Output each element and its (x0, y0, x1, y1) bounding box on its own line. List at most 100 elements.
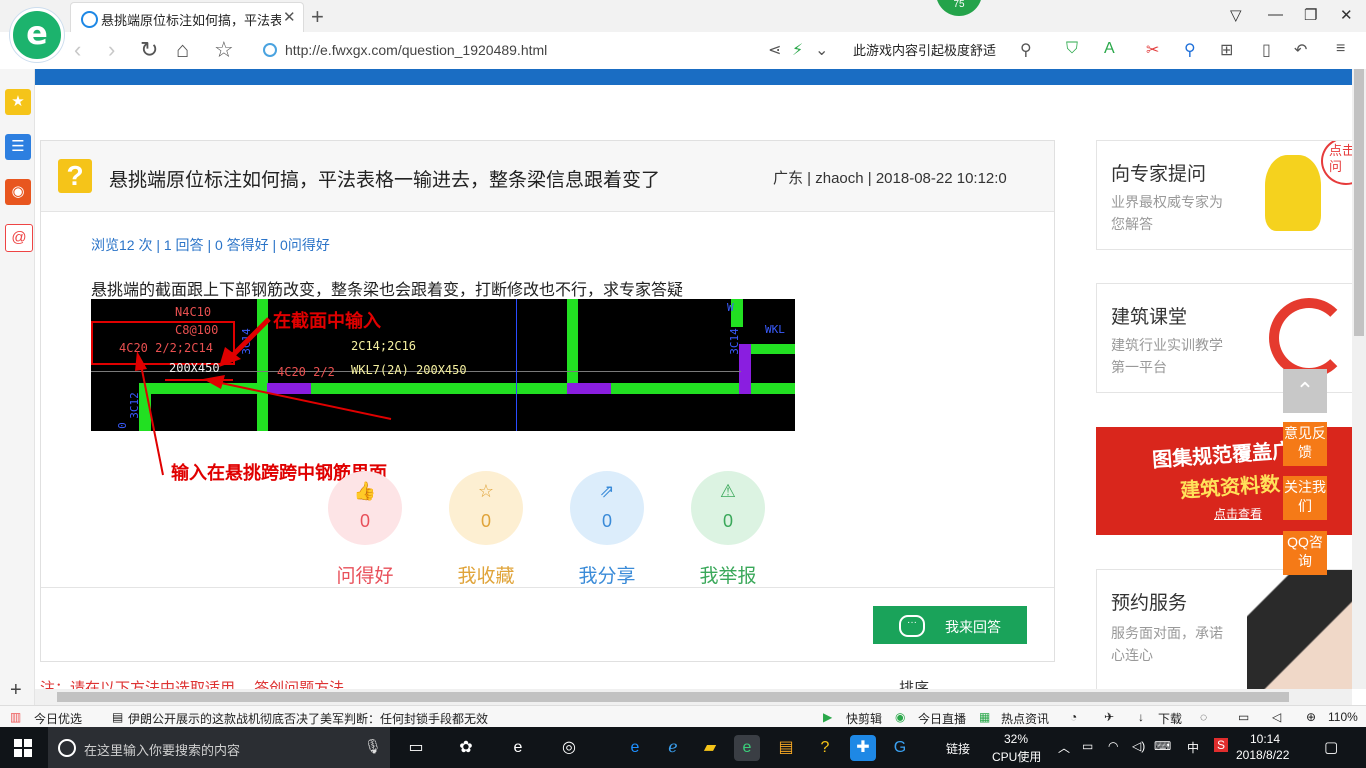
app-icon[interactable]: ◎ (556, 735, 582, 761)
weibo-icon[interactable]: ◉ (5, 179, 31, 205)
notification-badge[interactable]: 75 (936, 0, 982, 16)
volume-icon[interactable]: ◁) (1132, 739, 1145, 753)
share-label[interactable]: 我分享 (557, 561, 657, 588)
browser-logo-icon[interactable]: e (10, 8, 64, 62)
forward-icon[interactable]: › (108, 37, 115, 63)
follow-button[interactable]: 关注我们 (1283, 476, 1327, 520)
task-view-icon[interactable]: ▭ (403, 735, 429, 761)
refresh-icon[interactable]: ↻ (140, 37, 158, 63)
links-toolbar[interactable]: 链接 (946, 740, 970, 757)
ie-browser-icon[interactable]: ℯ (660, 735, 686, 761)
ask-expert-card[interactable]: 向专家提问 业界最权威专家为您解答 点击提问 (1096, 140, 1352, 250)
2345-browser-icon[interactable]: e (734, 735, 760, 761)
tab-close-icon[interactable]: ✕ (283, 8, 296, 26)
quick-edit[interactable]: 快剪辑 (846, 710, 882, 727)
edge-icon[interactable]: e (622, 735, 648, 761)
today-live[interactable]: 今日直播 (918, 710, 966, 727)
notes-icon[interactable]: ▤ (773, 735, 799, 761)
page-content: ? 悬挑端原位标注如何搞，平法表格一输进去，整条梁信息跟着变了 广东 | zha… (35, 69, 1352, 689)
reading-mode-icon[interactable]: ▯ (1262, 40, 1271, 60)
window-icon[interactable]: ▭ (1238, 710, 1249, 724)
minimize-icon[interactable]: — (1268, 6, 1283, 23)
feedback-button[interactable]: 意见反馈 (1283, 422, 1327, 466)
answer-button[interactable]: ··· 我来回答 (873, 606, 1027, 644)
add-sidebar-icon[interactable]: + (10, 679, 22, 702)
maximize-icon[interactable]: ❐ (1304, 6, 1317, 24)
screenshot-icon[interactable]: ✂ (1146, 40, 1159, 60)
share-button[interactable]: ⇗ 0 (570, 471, 644, 545)
card-title: 向专家提问 (1111, 164, 1207, 185)
cad-text: 3C14 (727, 328, 741, 355)
zoom-level[interactable]: 110% (1328, 710, 1358, 724)
dropdown-icon[interactable]: ⌄ (815, 40, 828, 60)
new-tab-icon[interactable]: + (311, 4, 324, 30)
remote-icon[interactable]: ✚ (850, 735, 876, 761)
search-icon[interactable]: ⚲ (1020, 40, 1032, 60)
help-icon[interactable]: ? (812, 735, 838, 761)
back-to-top-icon[interactable]: ⌃ (1283, 369, 1327, 413)
close-window-icon[interactable]: ✕ (1340, 6, 1353, 24)
security-icon[interactable]: S (1214, 738, 1229, 752)
ask-bubble[interactable]: 点击提问 (1321, 141, 1352, 185)
undo-icon[interactable]: ↶ (1294, 40, 1307, 60)
url-text[interactable]: http://e.fwxgx.com/question_1920489.html (285, 42, 547, 58)
promo-link[interactable]: 点击查看 (1214, 505, 1262, 522)
download-label[interactable]: 下载 (1158, 710, 1182, 727)
tray-expand-icon[interactable]: ︿ (1058, 739, 1070, 756)
qq-consult-button[interactable]: QQ咨询 (1283, 531, 1327, 575)
microphone-icon[interactable]: 🎙 (364, 738, 382, 755)
favorites-icon[interactable]: ★ (5, 89, 31, 115)
address-bar[interactable]: http://e.fwxgx.com/question_1920489.html (255, 36, 760, 64)
sort-label[interactable]: 排序 (899, 677, 929, 689)
hot-news[interactable]: 热点资讯 (1001, 710, 1049, 727)
notification-center-icon[interactable]: ▢ (1324, 738, 1338, 756)
news-ticker[interactable]: 伊朗公开展示的这款战机彻底否决了美军判断：任何封锁手段都无效 (128, 710, 488, 727)
translate-icon[interactable]: A (1104, 40, 1115, 58)
ie-icon[interactable]: e (505, 735, 531, 761)
pin-icon[interactable]: ✈ (1104, 710, 1114, 724)
gift-icon[interactable]: ▥ (10, 710, 21, 724)
good-question-label[interactable]: 问得好 (315, 561, 415, 588)
fan-app-icon[interactable]: ✿ (453, 735, 479, 761)
horizontal-scroll-thumb[interactable] (57, 692, 1289, 702)
windows-start-icon[interactable] (14, 739, 32, 757)
clock-date[interactable]: 2018/8/22 (1236, 748, 1289, 762)
today-picks[interactable]: 今日优选 (34, 710, 82, 727)
report-button[interactable]: ⚠ 0 (691, 471, 765, 545)
favorite-label[interactable]: 我收藏 (436, 561, 536, 588)
cleanup-icon[interactable]: ◌ (1200, 710, 1207, 724)
ime-indicator[interactable]: 中 (1187, 739, 1199, 756)
clock-time[interactable]: 10:14 (1250, 732, 1280, 746)
vertical-scrollbar[interactable] (1352, 69, 1366, 689)
g-app-icon[interactable]: G (887, 735, 913, 761)
shield-icon[interactable]: ⛉ (1066, 40, 1078, 58)
share-icon[interactable]: ⋖ (768, 40, 781, 60)
home-icon[interactable]: ⌂ (176, 37, 189, 63)
site-security-icon[interactable] (263, 43, 277, 57)
good-question-button[interactable]: 👍 0 (328, 471, 402, 545)
speed-icon[interactable]: ◔ (1070, 710, 1077, 724)
report-label[interactable]: 我举报 (678, 561, 778, 588)
lightning-icon[interactable]: ⚡ (792, 40, 803, 60)
mute-icon[interactable]: ◁ (1272, 710, 1281, 724)
skin-icon[interactable]: ▽ (1230, 6, 1242, 24)
battery-icon[interactable]: ▭ (1082, 739, 1093, 753)
news-feed-icon[interactable]: ☰ (5, 134, 31, 160)
horizontal-scrollbar[interactable] (35, 689, 1352, 705)
menu-icon[interactable]: ≡ (1336, 40, 1345, 58)
service-card[interactable]: 预约服务 服务面对面，承诺心连心 (1096, 569, 1352, 689)
email-icon[interactable]: @ (5, 224, 33, 252)
favorite-star-icon[interactable]: ☆ (214, 37, 234, 63)
question-stats[interactable]: 浏览12 次 | 1 回答 | 0 答得好 | 0问得好 (91, 235, 330, 255)
magnifier-icon[interactable]: ⚲ (1184, 40, 1196, 60)
back-icon[interactable]: ‹ (74, 37, 81, 63)
apps-icon[interactable]: ⊞ (1220, 40, 1233, 60)
wifi-icon[interactable]: ◠ (1108, 739, 1118, 753)
file-explorer-icon[interactable]: ▰ (697, 735, 723, 761)
recommended-search-text[interactable]: 此游戏内容引起极度舒适 (853, 40, 996, 59)
browser-tab[interactable]: 悬挑端原位标注如何搞，平法表格 ✕ (70, 2, 304, 33)
vertical-scroll-thumb[interactable] (1354, 69, 1364, 336)
favorite-button[interactable]: ☆ 0 (449, 471, 523, 545)
taskbar-search-box[interactable]: 在这里输入你要搜索的内容 🎙 (48, 727, 390, 768)
keyboard-icon[interactable]: ⌨ (1154, 739, 1171, 753)
